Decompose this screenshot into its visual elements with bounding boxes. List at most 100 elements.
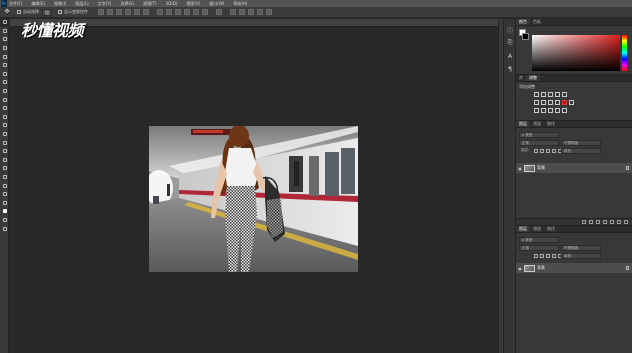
- quick-select-icon[interactable]: [0, 44, 9, 53]
- tab-layers[interactable]: 图层: [516, 121, 530, 127]
- character-icon[interactable]: A: [504, 51, 516, 61]
- vibrance-icon[interactable]: [562, 92, 567, 97]
- tab-color[interactable]: 颜色: [516, 19, 530, 25]
- tab-swatches[interactable]: 色板: [530, 19, 544, 25]
- distribute-right-icon[interactable]: [202, 9, 208, 15]
- distribute-left-icon[interactable]: [184, 9, 190, 15]
- color-picker-field[interactable]: [532, 35, 620, 71]
- hue-slider[interactable]: [622, 35, 627, 71]
- curves-icon[interactable]: [548, 92, 553, 97]
- lock-pixels-icon[interactable]: [534, 254, 538, 258]
- auto-select-dropdown[interactable]: 组: [42, 8, 52, 16]
- lock-pixels-icon[interactable]: [534, 149, 538, 153]
- tab-channels[interactable]: 通道: [530, 121, 544, 127]
- show-transform-checkbox[interactable]: [58, 10, 62, 14]
- visibility-eye-icon[interactable]: ◉: [516, 266, 524, 271]
- document-image[interactable]: [149, 126, 358, 272]
- black-white-icon[interactable]: [548, 100, 553, 105]
- fg-bg-swatch-icon[interactable]: [0, 207, 9, 216]
- 3d-drag-icon[interactable]: [248, 9, 254, 15]
- info-icon[interactable]: ⓘ: [504, 25, 516, 35]
- layer-row-background-2[interactable]: ◉ 背景: [516, 263, 632, 273]
- selective-color-icon[interactable]: [562, 108, 567, 113]
- align-middle-icon[interactable]: [107, 9, 113, 15]
- fill-label[interactable]: 填充:: [561, 148, 601, 154]
- 3d-scale-icon[interactable]: [266, 9, 272, 15]
- lock-artboard-icon[interactable]: [552, 149, 556, 153]
- lock-move-icon[interactable]: [546, 149, 550, 153]
- paragraph-icon[interactable]: ¶: [504, 64, 516, 74]
- auto-align-icon[interactable]: [216, 9, 222, 15]
- layer-row-background[interactable]: ◉ 背景: [516, 163, 632, 173]
- blend-mode-select[interactable]: 正常: [519, 140, 559, 146]
- add-mask-icon[interactable]: [596, 220, 600, 224]
- posterize-icon[interactable]: [541, 108, 546, 113]
- menu-image[interactable]: 图像(I): [54, 0, 66, 7]
- align-right-icon[interactable]: [143, 9, 149, 15]
- color-lookup-icon[interactable]: [569, 100, 574, 105]
- exposure-icon[interactable]: [555, 92, 560, 97]
- hue-saturation-icon[interactable]: [534, 100, 539, 105]
- blur-icon[interactable]: [0, 121, 9, 130]
- tab-layers-2[interactable]: 图层: [516, 226, 530, 232]
- more-icon[interactable]: [0, 190, 9, 199]
- new-adjustment-icon[interactable]: [603, 220, 607, 224]
- menu-layer[interactable]: 图层(L): [75, 0, 88, 7]
- screen-mode-icon[interactable]: [0, 224, 9, 233]
- background-swatch[interactable]: [522, 33, 529, 40]
- menu-window[interactable]: 窗口(W): [209, 0, 224, 7]
- link-layers-icon[interactable]: [582, 220, 586, 224]
- align-top-icon[interactable]: [98, 9, 104, 15]
- distribute-top-icon[interactable]: [157, 9, 163, 15]
- eraser-icon[interactable]: [0, 104, 9, 113]
- move-icon[interactable]: [0, 18, 9, 27]
- visibility-eye-icon[interactable]: ◉: [516, 166, 524, 171]
- path-select-icon[interactable]: [0, 156, 9, 165]
- align-bottom-icon[interactable]: [116, 9, 122, 15]
- distribute-middle-icon[interactable]: [166, 9, 172, 15]
- lock-paint-icon[interactable]: [540, 254, 544, 258]
- trash-icon[interactable]: [624, 220, 628, 224]
- menu-file[interactable]: 文件(F): [9, 0, 22, 7]
- menu-filter[interactable]: 滤镜(T): [143, 0, 157, 7]
- pen-icon[interactable]: [0, 138, 9, 147]
- tab-channels-2[interactable]: 通道: [530, 226, 544, 232]
- tab-adjustments[interactable]: 调整: [526, 75, 540, 81]
- history-icon[interactable]: ⎘: [504, 38, 516, 48]
- menu-view[interactable]: 视图(V): [186, 0, 200, 7]
- new-group-icon[interactable]: [610, 220, 614, 224]
- invert-icon[interactable]: [534, 108, 539, 113]
- 3d-roll-icon[interactable]: [239, 9, 245, 15]
- dodge-icon[interactable]: [0, 130, 9, 139]
- align-left-icon[interactable]: [125, 9, 131, 15]
- opacity-label-2[interactable]: 不透明度:: [561, 245, 601, 251]
- opacity-label[interactable]: 不透明度:: [561, 140, 601, 146]
- brightness-contrast-icon[interactable]: [534, 92, 539, 97]
- auto-select-checkbox[interactable]: [17, 10, 21, 14]
- type-icon[interactable]: [0, 147, 9, 156]
- quick-mask-icon[interactable]: [0, 216, 9, 225]
- menu-help[interactable]: 帮助(H): [233, 0, 247, 7]
- menu-3d[interactable]: 3D(D): [166, 0, 178, 7]
- 3d-rotate-icon[interactable]: [230, 9, 236, 15]
- threshold-icon[interactable]: [548, 108, 553, 113]
- lock-artboard-icon[interactable]: [552, 254, 556, 258]
- tab-paths[interactable]: 路径: [544, 121, 558, 127]
- menu-type[interactable]: 文字(Y): [98, 0, 112, 7]
- color-balance-icon[interactable]: [541, 100, 546, 105]
- 3d-slide-icon[interactable]: [257, 9, 263, 15]
- zoom-icon[interactable]: [0, 181, 9, 190]
- healing-icon[interactable]: [0, 70, 9, 79]
- history-brush-icon[interactable]: [0, 95, 9, 104]
- menu-select[interactable]: 选择(S): [120, 0, 134, 7]
- new-layer-icon[interactable]: [617, 220, 621, 224]
- move-tool-icon[interactable]: ✥: [3, 8, 11, 16]
- document-tab[interactable]: 图层: [10, 19, 498, 35]
- distribute-bottom-icon[interactable]: [175, 9, 181, 15]
- distribute-center-icon[interactable]: [193, 9, 199, 15]
- stamp-icon[interactable]: [0, 87, 9, 96]
- shape-icon[interactable]: [0, 164, 9, 173]
- brush-icon[interactable]: [0, 78, 9, 87]
- menu-edit[interactable]: 编辑(E): [31, 0, 45, 7]
- swap-colors-icon[interactable]: [0, 198, 9, 207]
